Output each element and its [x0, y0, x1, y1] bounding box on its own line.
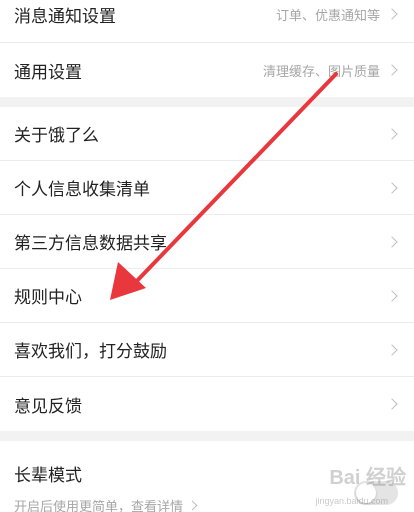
watermark-logo: Bai 经验	[329, 467, 406, 489]
section-divider	[0, 97, 414, 107]
row-general-settings[interactable]: 通用设置 清理缓存、图片质量	[0, 43, 414, 97]
chevron-right-icon	[386, 289, 398, 302]
chevron-right-icon	[386, 127, 398, 140]
section-divider	[0, 431, 414, 441]
chevron-right-icon	[386, 235, 398, 248]
chevron-right-icon	[386, 181, 398, 194]
row-about[interactable]: 关于饿了么	[0, 107, 414, 161]
row-detail: 清理缓存、图片质量	[262, 64, 380, 80]
row-detail: 订单、优惠通知等	[275, 8, 380, 24]
settings-page: 消息通知设置 订单、优惠通知等 通用设置 清理缓存、图片质量 关于饿了么 个人信…	[0, 0, 414, 512]
row-notification-settings[interactable]: 消息通知设置 订单、优惠通知等	[0, 0, 414, 43]
chevron-right-icon	[386, 343, 398, 356]
row-feedback[interactable]: 意见反馈	[0, 377, 414, 431]
chevron-right-icon	[386, 64, 398, 76]
settings-group-notifications: 消息通知设置 订单、优惠通知等 通用设置 清理缓存、图片质量	[0, 0, 414, 97]
chevron-right-icon	[386, 8, 398, 20]
watermark-url: jingyan.baidu.com	[315, 496, 388, 506]
row-label: 关于饿了么	[14, 126, 99, 146]
row-label: 个人信息收集清单	[14, 180, 150, 200]
settings-group-about: 关于饿了么 个人信息收集清单 第三方信息数据共享 规则中心 喜欢我们，打分鼓励 …	[0, 107, 414, 431]
row-label: 消息通知设置	[14, 6, 116, 27]
row-label: 意见反馈	[14, 396, 82, 417]
row-label: 规则中心	[14, 288, 82, 308]
row-rate-us[interactable]: 喜欢我们，打分鼓励	[0, 323, 414, 377]
chevron-right-icon	[386, 398, 398, 410]
chevron-right-icon	[187, 500, 198, 511]
elder-mode-subtitle: 开启后使用更简单，查看详情	[14, 500, 184, 512]
row-third-party-sharing[interactable]: 第三方信息数据共享	[0, 215, 414, 269]
row-label: 喜欢我们，打分鼓励	[14, 342, 167, 362]
row-label: 第三方信息数据共享	[14, 234, 167, 254]
row-personal-info-list[interactable]: 个人信息收集清单	[0, 161, 414, 215]
row-label: 通用设置	[14, 62, 82, 83]
row-rules-center[interactable]: 规则中心	[0, 269, 414, 323]
